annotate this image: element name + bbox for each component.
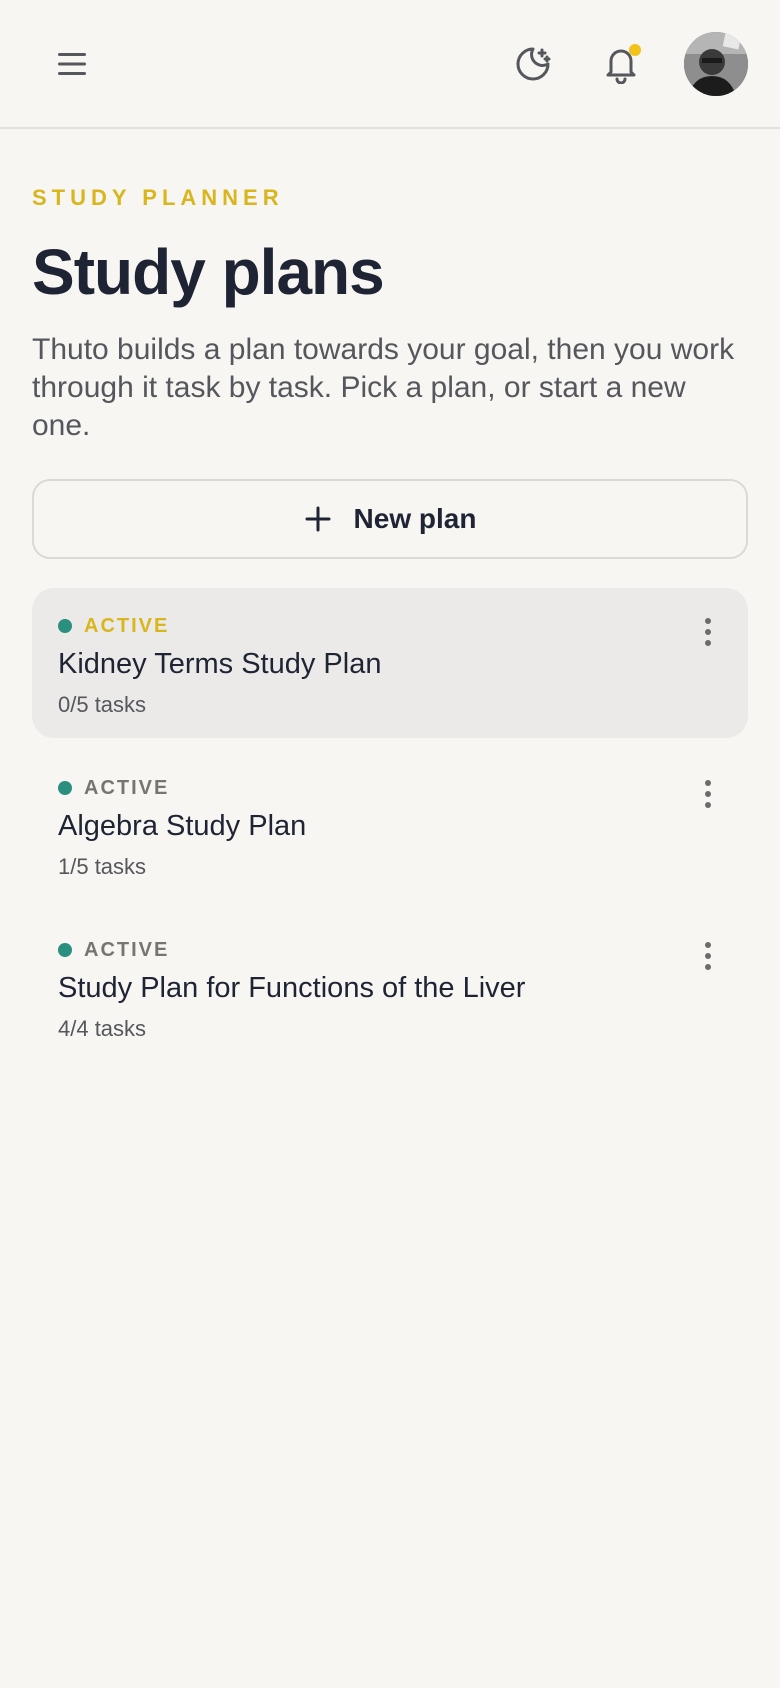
status-row: ACTIVE <box>58 614 722 638</box>
status-row: ACTIVE <box>58 776 722 800</box>
bell-icon[interactable] <box>598 41 644 87</box>
status-dot <box>58 943 72 957</box>
status-dot <box>58 781 72 795</box>
moon-stars-icon[interactable] <box>510 41 556 87</box>
status-label: ACTIVE <box>84 614 170 637</box>
plan-card[interactable]: ACTIVE Study Plan for Functions of the L… <box>32 912 748 1062</box>
top-bar <box>0 0 780 129</box>
plan-card[interactable]: ACTIVE Algebra Study Plan 1/5 tasks <box>32 750 748 900</box>
notification-badge <box>629 43 641 56</box>
status-label: ACTIVE <box>84 938 170 961</box>
plan-task-count: 1/5 tasks <box>58 854 147 879</box>
new-plan-button[interactable]: New plan <box>32 479 748 559</box>
more-options-icon[interactable] <box>694 612 722 652</box>
more-options-icon[interactable] <box>694 774 722 814</box>
status-dot <box>58 619 72 633</box>
plan-task-count: 0/5 tasks <box>58 692 147 717</box>
new-plan-label: New plan <box>353 503 477 534</box>
plan-list: ACTIVE Kidney Terms Study Plan 0/5 tasks… <box>32 588 748 1062</box>
status-row: ACTIVE <box>58 938 722 962</box>
page-title: Study plans <box>32 236 385 308</box>
more-options-icon[interactable] <box>694 936 722 976</box>
user-avatar[interactable] <box>684 31 748 96</box>
status-label: ACTIVE <box>84 776 170 799</box>
plan-card[interactable]: ACTIVE Kidney Terms Study Plan 0/5 tasks <box>32 588 748 738</box>
plan-title: Study Plan for Functions of the Liver <box>58 972 526 1004</box>
plan-title: Kidney Terms Study Plan <box>58 648 382 680</box>
plan-title: Algebra Study Plan <box>58 810 307 842</box>
page-subtitle: Thuto builds a plan towards your goal, t… <box>32 333 735 442</box>
page-eyebrow: STUDY PLANNER <box>32 185 284 210</box>
plan-task-count: 4/4 tasks <box>58 1016 147 1041</box>
plus-icon <box>305 506 331 532</box>
main-content: STUDY PLANNER Study plans Thuto builds a… <box>0 129 780 1062</box>
hamburger-menu-icon[interactable] <box>52 44 92 84</box>
header-tools <box>510 31 748 96</box>
